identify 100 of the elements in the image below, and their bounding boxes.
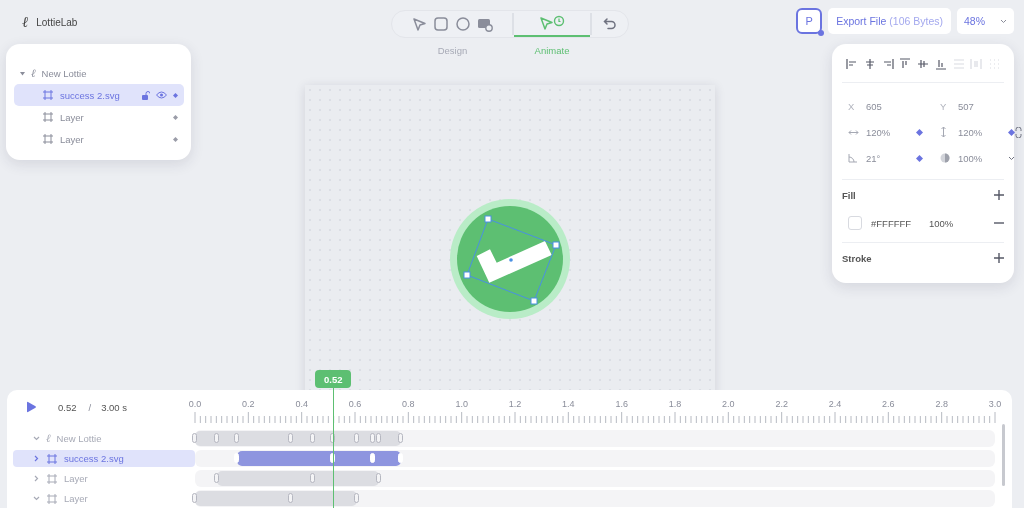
caret-icon[interactable] [20, 70, 25, 76]
track-label[interactable]: ℓ New Lottie [13, 430, 195, 447]
playhead-line[interactable] [333, 388, 335, 508]
ruler-label: 2.2 [775, 399, 788, 409]
lottie-logo: ℓ [31, 66, 36, 80]
frame-icon [42, 89, 54, 101]
color-swatch[interactable] [848, 216, 862, 230]
ruler-label: 0.4 [295, 399, 308, 409]
width-arrow-icon [848, 128, 859, 136]
keyframe-diamond-icon[interactable] [1008, 128, 1015, 136]
align-top-icon[interactable] [899, 58, 912, 70]
play-button[interactable] [25, 401, 37, 413]
keyframe-marker[interactable] [354, 433, 360, 443]
align-hcenter-icon[interactable] [863, 58, 876, 70]
mode-label[interactable]: Design [392, 45, 513, 56]
undo-icon[interactable] [603, 17, 617, 31]
layer-item[interactable]: Layer [14, 106, 184, 128]
stroke-title: Stroke [842, 252, 872, 264]
track-name: Layer [64, 473, 88, 484]
width-value[interactable]: 120% [866, 126, 916, 138]
opacity-value[interactable]: 100% [958, 152, 1008, 164]
keyframe-marker[interactable] [192, 433, 197, 443]
chevron-down-icon[interactable] [33, 495, 40, 502]
align-right-icon[interactable] [881, 58, 894, 70]
mode-label[interactable]: Animate [513, 45, 591, 56]
keyframe-marker[interactable] [213, 433, 219, 443]
keyframe-diamond-icon[interactable] [916, 128, 923, 136]
rectangle-tool-icon[interactable] [433, 16, 449, 32]
keyframe-marker[interactable] [370, 433, 376, 443]
ruler-label: 3.0 [988, 399, 1002, 409]
playhead-label[interactable]: 0.52 [315, 370, 352, 388]
add-stroke-button[interactable] [994, 253, 1004, 263]
export-button[interactable]: Export File (106 Bytes) [828, 8, 951, 34]
keyframe-marker[interactable] [376, 433, 381, 443]
track-label[interactable]: success 2.svg [13, 450, 195, 467]
ruler-label: 2.6 [882, 399, 895, 409]
keyframe-marker[interactable] [234, 433, 240, 443]
chevron-down-icon[interactable] [1000, 18, 1007, 24]
scrollbar[interactable] [1002, 424, 1005, 486]
current-time: 0.52 [58, 401, 77, 413]
layer-item[interactable]: Layer [14, 128, 184, 150]
x-value[interactable]: 605 [866, 100, 916, 112]
zoom-select[interactable]: 48% [957, 8, 1014, 34]
align-bottom-icon[interactable] [934, 58, 947, 70]
clip-bar[interactable] [195, 491, 358, 506]
chevron-right-icon[interactable] [33, 475, 40, 482]
fill-opacity-value[interactable]: 100% [929, 217, 994, 229]
track-label[interactable]: Layer [13, 490, 195, 507]
frame-icon [42, 133, 54, 145]
clip-bar[interactable] [216, 471, 379, 486]
track-label[interactable]: Layer [13, 470, 195, 487]
frame-icon [42, 111, 54, 123]
ruler-label: 1.0 [455, 399, 468, 409]
keyframe-marker[interactable] [354, 493, 360, 503]
track-name: Layer [64, 493, 88, 504]
rotation-value[interactable]: 21° [866, 152, 916, 164]
selection-box[interactable] [463, 215, 560, 305]
fill-hex-value[interactable]: #FFFFFF [871, 217, 929, 229]
pointer-tool-icon[interactable] [411, 16, 427, 32]
ellipse-tool-icon[interactable] [455, 16, 471, 32]
pointer-clock-icon[interactable] [539, 15, 565, 31]
fill-title: Fill [842, 189, 856, 201]
keyframe-marker[interactable] [192, 493, 197, 503]
frame-icon [46, 452, 58, 465]
keyframe-diamond-icon[interactable] [916, 154, 923, 162]
eye-icon[interactable] [156, 91, 167, 99]
ruler-label: 1.8 [668, 399, 682, 409]
keyframe-marker[interactable] [288, 433, 293, 443]
image-tool-icon[interactable] [477, 16, 493, 32]
keyframe-marker[interactable] [309, 433, 315, 443]
frame-icon [46, 492, 58, 505]
clip-bar[interactable] [195, 431, 402, 446]
track-name: success 2.svg [64, 453, 124, 464]
keyframe-marker[interactable] [376, 473, 381, 483]
layer-name: Layer [60, 133, 85, 145]
user-avatar[interactable]: P [796, 8, 823, 34]
height-value[interactable]: 120% [958, 126, 1008, 138]
app-name: LottieLab [36, 16, 78, 28]
chevron-right-icon[interactable] [33, 455, 40, 462]
chevron-down-icon[interactable] [1008, 155, 1015, 161]
y-value[interactable]: 507 [958, 100, 1008, 112]
unlock-icon[interactable] [142, 90, 150, 100]
align-left-icon[interactable] [846, 58, 858, 70]
link-icon[interactable] [1015, 126, 1022, 138]
keyframe-marker[interactable] [288, 493, 293, 503]
track-name: New Lottie [56, 433, 102, 444]
layer-item[interactable]: success 2.svg [14, 84, 184, 106]
keyframe-marker[interactable] [398, 433, 404, 443]
layer-name: Layer [60, 111, 85, 123]
ruler-label: 1.4 [562, 399, 575, 409]
angle-icon [848, 153, 858, 163]
keyframe-marker[interactable] [213, 473, 219, 483]
add-fill-button[interactable] [994, 190, 1004, 200]
chevron-down-icon[interactable] [33, 435, 40, 442]
frame-icon [46, 472, 58, 485]
lottie-logo: ℓ [46, 432, 51, 445]
align-vcenter-icon[interactable] [917, 58, 929, 70]
app-logo: ℓ [22, 13, 29, 31]
layer-name[interactable]: New Lottie [41, 67, 178, 79]
keyframe-marker[interactable] [309, 473, 315, 483]
